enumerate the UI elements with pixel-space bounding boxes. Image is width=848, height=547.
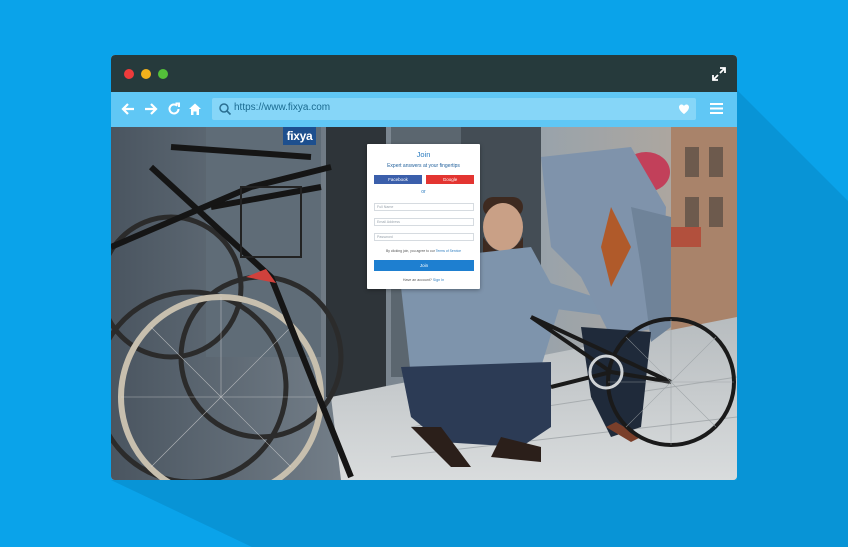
page-viewport: fixya Join Expert answers at your finger… — [111, 127, 737, 480]
modal-title: Join — [416, 150, 431, 159]
browser-window: https://www.fixya.com fixya Join Expert … — [111, 55, 737, 480]
window-titlebar — [111, 55, 737, 92]
close-window-button[interactable] — [124, 69, 134, 79]
fixya-logo[interactable]: fixya — [283, 127, 316, 145]
browser-toolbar: https://www.fixya.com — [111, 92, 737, 127]
minimize-window-button[interactable] — [141, 69, 151, 79]
reload-icon[interactable] — [167, 102, 181, 116]
heart-icon[interactable] — [678, 103, 690, 115]
email-field[interactable]: Email Address — [374, 218, 474, 226]
back-arrow-icon[interactable] — [121, 102, 135, 116]
terms-prefix: By clicking join, you agree to our — [386, 249, 435, 253]
fullscreen-expand-icon[interactable] — [711, 66, 727, 82]
search-icon — [219, 103, 232, 116]
address-bar[interactable]: https://www.fixya.com — [212, 98, 696, 120]
home-icon[interactable] — [188, 102, 202, 116]
join-button[interactable]: Join — [374, 260, 474, 271]
terms-of-service-link[interactable]: Terms of Service — [436, 249, 461, 253]
maximize-window-button[interactable] — [158, 69, 168, 79]
hamburger-menu-icon[interactable] — [710, 102, 723, 115]
url-text[interactable]: https://www.fixya.com — [234, 102, 330, 113]
or-divider: or — [421, 189, 426, 195]
terms-notice: By clicking join, you agree to our Terms… — [367, 249, 480, 253]
full-name-field[interactable]: Full Name — [374, 203, 474, 211]
facebook-login-button[interactable]: Facebook — [374, 175, 422, 184]
forward-arrow-icon[interactable] — [144, 102, 158, 116]
signin-link[interactable]: Sign In — [433, 278, 444, 282]
modal-subtitle: Expert answers at your fingertips — [387, 163, 460, 169]
signin-prefix: Have an account? — [402, 278, 432, 282]
signin-prompt: Have an account? Sign In — [367, 278, 480, 282]
join-modal: Join Expert answers at your fingertips F… — [367, 144, 480, 289]
google-login-button[interactable]: Google — [426, 175, 474, 184]
password-field[interactable]: Password — [374, 233, 474, 241]
